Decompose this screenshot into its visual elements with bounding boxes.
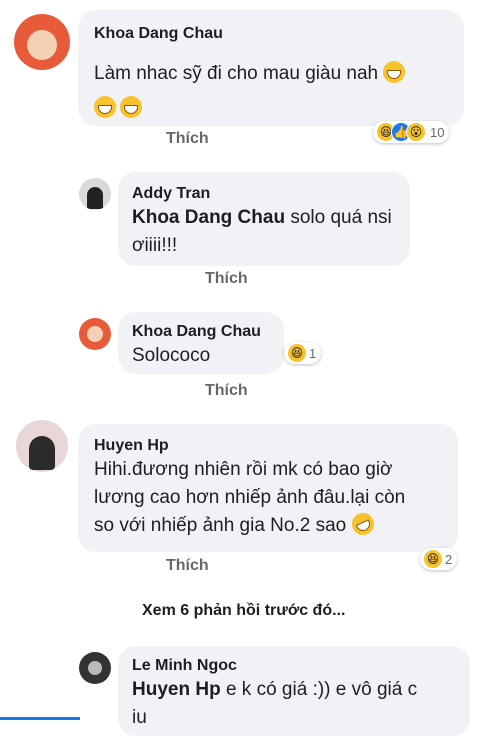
grinning-emoji-icon bbox=[383, 61, 406, 83]
reaction-summary[interactable]: 😆 2 bbox=[420, 548, 458, 570]
comment-text: Làm nhac sỹ đi cho mau giàu nah bbox=[94, 60, 406, 88]
comment-author[interactable]: Addy Tran bbox=[132, 184, 210, 204]
comment-author[interactable]: Khoa Dang Chau bbox=[132, 322, 261, 342]
comment-text-line: Hihi.đương nhiên rồi mk có bao giờ bbox=[94, 459, 393, 480]
comment-text-line: e k có giá :)) e vô giá c bbox=[220, 679, 418, 700]
comment-author[interactable]: Huyen Hp bbox=[94, 436, 169, 456]
avatar[interactable] bbox=[14, 14, 70, 70]
wow-reaction-icon: 😮 bbox=[406, 122, 426, 142]
comment-bubble: Huyen Hp Hihi.đương nhiên rồi mk có bao … bbox=[78, 424, 458, 552]
comment-text: Khoa Dang Chau solo quá nsi ơiiii!!! bbox=[132, 204, 402, 260]
haha-reaction-icon: 😆 bbox=[287, 343, 307, 363]
reaction-count: 10 bbox=[430, 124, 445, 140]
haha-reaction-icon: 😆 bbox=[423, 549, 443, 569]
avatar[interactable] bbox=[79, 652, 111, 684]
reply-bubble: Addy Tran Khoa Dang Chau solo quá nsi ơi… bbox=[118, 172, 410, 266]
comment-text-line: so với nhiếp ảnh gia No.2 sao bbox=[94, 515, 347, 536]
comment-text: Solococo bbox=[132, 345, 211, 366]
rofl-emoji-icon bbox=[347, 509, 378, 539]
reply-bubble: Le Minh Ngoc Huyen Hp e k có giá :)) e v… bbox=[118, 646, 470, 736]
comment-text-line: ơiiii!!! bbox=[132, 235, 178, 256]
reaction-count: 1 bbox=[309, 345, 317, 361]
comment-text-line: iu bbox=[132, 707, 147, 728]
comment-author[interactable]: Le Minh Ngoc bbox=[132, 656, 237, 676]
like-button[interactable]: Thích bbox=[205, 382, 248, 400]
grinning-emoji-icon bbox=[120, 96, 143, 118]
mention-link[interactable]: Huyen Hp bbox=[132, 679, 221, 700]
avatar[interactable] bbox=[16, 420, 68, 472]
like-button[interactable]: Thích bbox=[205, 270, 248, 288]
comment-text: Huyen Hp e k có giá :)) e vô giá c iu bbox=[132, 676, 462, 732]
comment-text: Hihi.đương nhiên rồi mk có bao giờ lương… bbox=[94, 456, 454, 540]
comment-text-line: lương cao hơn nhiếp ảnh đâu.lại còn bbox=[94, 487, 406, 508]
emoji-row bbox=[94, 96, 143, 119]
mention-link[interactable]: Khoa Dang Chau bbox=[132, 207, 285, 228]
reaction-summary[interactable]: 😆 👍 😮 10 bbox=[373, 121, 450, 143]
comment-text-line: Làm nhac sỹ đi cho mau giàu nah bbox=[94, 63, 379, 84]
comment-author[interactable]: Khoa Dang Chau bbox=[94, 24, 223, 44]
comment-text-line: solo quá nsi bbox=[285, 207, 392, 228]
grinning-emoji-icon bbox=[94, 96, 116, 118]
reply-bubble: Khoa Dang Chau Solococo bbox=[118, 312, 284, 374]
avatar[interactable] bbox=[79, 178, 111, 210]
like-button[interactable]: Thích bbox=[166, 557, 209, 575]
like-button[interactable]: Thích bbox=[166, 130, 209, 148]
reaction-summary[interactable]: 😆 1 bbox=[284, 342, 322, 364]
avatar[interactable] bbox=[79, 318, 111, 350]
view-more-replies-link[interactable]: Xem 6 phản hồi trước đó... bbox=[142, 602, 345, 620]
comment-bubble: Khoa Dang Chau Làm nhac sỹ đi cho mau gi… bbox=[78, 10, 464, 126]
reaction-count: 2 bbox=[445, 551, 453, 567]
